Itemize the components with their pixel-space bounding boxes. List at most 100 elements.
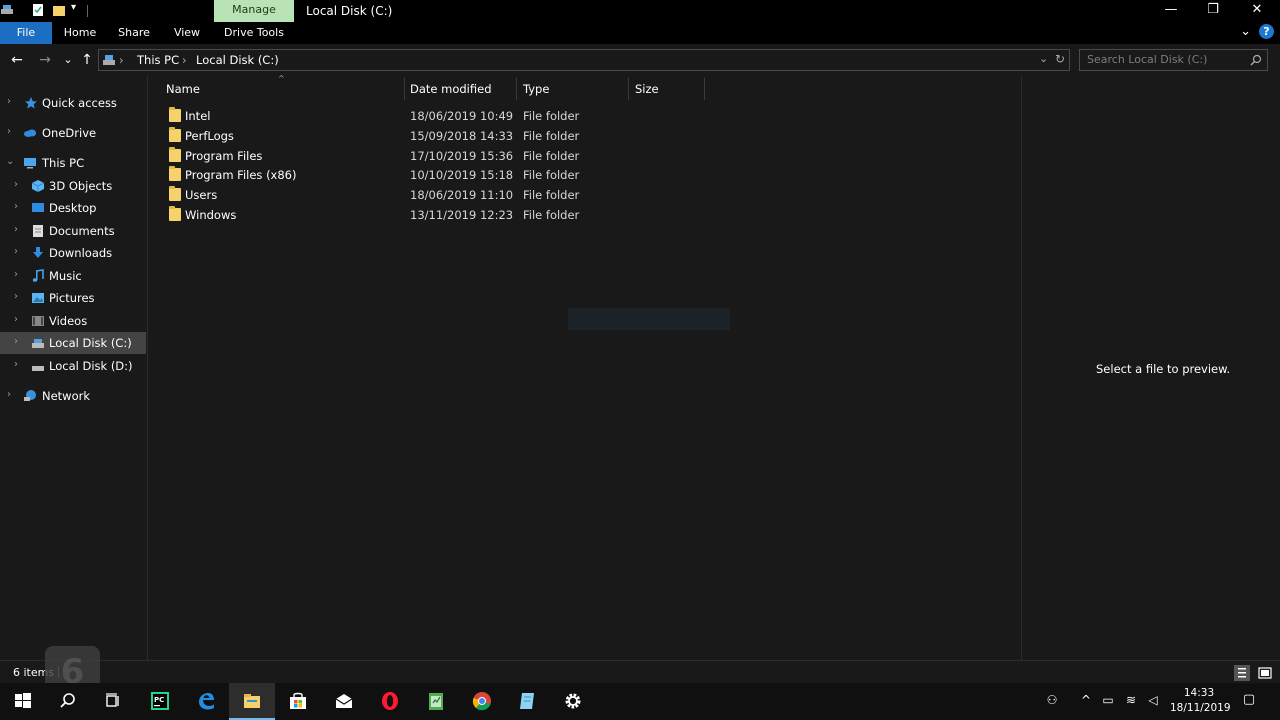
network-icon bbox=[24, 390, 36, 401]
restore-button[interactable]: ❐ bbox=[1190, 0, 1236, 22]
taskbar-notepad[interactable] bbox=[413, 683, 459, 720]
tab-file[interactable]: File bbox=[0, 22, 52, 44]
chevron-right-icon[interactable]: › bbox=[7, 389, 11, 400]
close-button[interactable]: ✕ bbox=[1234, 0, 1280, 22]
drive-icon[interactable] bbox=[0, 3, 14, 17]
breadcrumb-separator[interactable]: › bbox=[119, 53, 124, 67]
address-dropdown-icon[interactable]: ⌄ bbox=[1039, 52, 1048, 65]
column-header-name[interactable]: Name bbox=[166, 76, 200, 102]
help-icon[interactable]: ? bbox=[1259, 24, 1274, 39]
file-date: 13/11/2019 12:23 bbox=[410, 208, 514, 222]
chevron-right-icon[interactable]: › bbox=[7, 96, 11, 107]
sidebar-item-local-disk-d[interactable]: › Local Disk (D:) bbox=[0, 355, 146, 377]
breadcrumb-this-pc[interactable]: This PC bbox=[137, 53, 179, 67]
task-view-button[interactable] bbox=[90, 683, 136, 720]
tab-view[interactable]: View bbox=[163, 22, 211, 44]
chevron-right-icon[interactable]: › bbox=[14, 314, 18, 325]
table-row[interactable]: PerfLogs 15/09/2018 14:33 File folder bbox=[163, 126, 723, 146]
search-box[interactable]: Search Local Disk (C:) bbox=[1079, 49, 1268, 71]
show-hidden-icons-icon[interactable]: ^ bbox=[1078, 692, 1094, 708]
properties-icon[interactable] bbox=[31, 3, 45, 17]
breadcrumb-local-disk-c[interactable]: Local Disk (C:) bbox=[196, 53, 279, 67]
address-bar[interactable]: › This PC › Local Disk (C:) ⌄ ↻ bbox=[98, 49, 1070, 71]
large-icons-view-icon[interactable] bbox=[1257, 665, 1273, 681]
start-button[interactable] bbox=[0, 683, 46, 720]
sidebar-item-local-disk-c[interactable]: › Local Disk (C:) bbox=[0, 332, 146, 354]
table-row[interactable]: Program Files 17/10/2019 15:36 File fold… bbox=[163, 146, 723, 166]
volume-muted-icon[interactable]: ◁ bbox=[1145, 692, 1161, 708]
up-button[interactable]: ↑ bbox=[77, 50, 97, 70]
column-divider[interactable] bbox=[704, 78, 705, 100]
chevron-right-icon[interactable]: › bbox=[14, 201, 18, 212]
customize-toolbar-icon[interactable]: ▾ bbox=[71, 2, 85, 16]
taskbar-edge[interactable] bbox=[183, 683, 229, 720]
sidebar-item-this-pc[interactable]: ⌄ This PC bbox=[0, 152, 146, 174]
sidebar-item-desktop[interactable]: › Desktop bbox=[0, 197, 146, 219]
search-icon bbox=[60, 693, 75, 708]
table-row[interactable]: Users 18/06/2019 11:10 File folder bbox=[163, 185, 723, 205]
chevron-right-icon[interactable]: › bbox=[14, 269, 18, 280]
sidebar-item-documents[interactable]: › Documents bbox=[0, 220, 146, 242]
taskbar-chrome[interactable] bbox=[459, 683, 505, 720]
sidebar-item-pictures[interactable]: › Pictures bbox=[0, 287, 146, 309]
chevron-down-icon[interactable]: ⌄ bbox=[6, 156, 14, 167]
chevron-right-icon[interactable]: › bbox=[14, 336, 18, 347]
table-row[interactable]: Windows 13/11/2019 12:23 File folder bbox=[163, 205, 723, 225]
sidebar-item-network[interactable]: › Network bbox=[0, 385, 146, 407]
taskbar-opera[interactable] bbox=[367, 683, 413, 720]
taskbar-notes[interactable] bbox=[504, 683, 550, 720]
sidebar-item-onedrive[interactable]: › OneDrive bbox=[0, 122, 146, 144]
new-folder-icon[interactable] bbox=[52, 3, 66, 17]
minimize-button[interactable]: — bbox=[1148, 0, 1194, 22]
sidebar-item-music[interactable]: › Music bbox=[0, 265, 146, 287]
column-divider[interactable] bbox=[516, 78, 517, 100]
expand-ribbon-icon[interactable]: ⌄ bbox=[1240, 24, 1251, 39]
tab-drive-tools[interactable]: Drive Tools bbox=[214, 22, 294, 44]
taskbar-mail[interactable] bbox=[321, 683, 367, 720]
taskbar-file-explorer[interactable] bbox=[229, 683, 275, 720]
sidebar-item-downloads[interactable]: › Downloads bbox=[0, 242, 146, 264]
sidebar-item-quick-access[interactable]: › Quick access bbox=[0, 92, 146, 114]
forward-button[interactable]: → bbox=[35, 50, 55, 70]
taskbar-clock[interactable]: 14:33 18/11/2019 bbox=[1170, 686, 1231, 716]
chevron-right-icon[interactable]: › bbox=[14, 224, 18, 235]
table-row[interactable]: Intel 18/06/2019 10:49 File folder bbox=[163, 106, 723, 126]
column-divider[interactable] bbox=[628, 78, 629, 100]
star-icon bbox=[25, 97, 37, 109]
column-header-date-modified[interactable]: Date modified bbox=[410, 76, 492, 102]
column-header-size[interactable]: Size bbox=[635, 76, 659, 102]
people-icon[interactable]: ⚇ bbox=[1044, 692, 1060, 708]
tab-home[interactable]: Home bbox=[56, 22, 104, 44]
wifi-icon[interactable]: ≋ bbox=[1123, 692, 1139, 708]
tab-manage[interactable]: Manage bbox=[214, 0, 294, 22]
notification-icon[interactable]: ▢ bbox=[1241, 692, 1257, 708]
taskbar-pycharm[interactable]: PC bbox=[137, 683, 183, 720]
battery-icon[interactable]: ▭ bbox=[1100, 692, 1116, 708]
chevron-right-icon[interactable]: › bbox=[14, 291, 18, 302]
recent-locations-button[interactable]: ⌄ bbox=[58, 50, 78, 70]
video-icon bbox=[32, 316, 44, 326]
breadcrumb-separator[interactable]: › bbox=[182, 53, 187, 67]
back-button[interactable]: ← bbox=[7, 50, 27, 70]
taskbar-store[interactable] bbox=[275, 683, 321, 720]
sidebar-item-3d-objects[interactable]: › 3D Objects bbox=[0, 175, 146, 197]
chevron-right-icon[interactable]: › bbox=[14, 359, 18, 370]
address-row: ← → ⌄ ↑ › This PC › Local Disk (C:) ⌄ ↻ … bbox=[0, 44, 1280, 76]
chevron-right-icon[interactable]: › bbox=[14, 246, 18, 257]
window-title: Local Disk (C:) bbox=[306, 4, 393, 18]
tab-share[interactable]: Share bbox=[110, 22, 158, 44]
chevron-right-icon[interactable]: › bbox=[7, 126, 11, 137]
chevron-right-icon[interactable]: › bbox=[14, 179, 18, 190]
taskbar-settings[interactable] bbox=[550, 683, 596, 720]
folder-icon bbox=[169, 107, 181, 122]
search-icon[interactable] bbox=[1250, 54, 1262, 66]
details-view-icon[interactable] bbox=[1234, 665, 1250, 681]
sidebar-item-label: Desktop bbox=[49, 201, 97, 215]
taskbar-search-button[interactable] bbox=[45, 683, 91, 720]
refresh-icon[interactable]: ↻ bbox=[1055, 52, 1065, 66]
sidebar-item-videos[interactable]: › Videos bbox=[0, 310, 146, 332]
table-row[interactable]: Program Files (x86) 10/10/2019 15:18 Fil… bbox=[163, 165, 723, 185]
file-date: 10/10/2019 15:18 bbox=[410, 168, 514, 182]
column-divider[interactable] bbox=[404, 78, 405, 100]
column-header-type[interactable]: Type bbox=[523, 76, 549, 102]
